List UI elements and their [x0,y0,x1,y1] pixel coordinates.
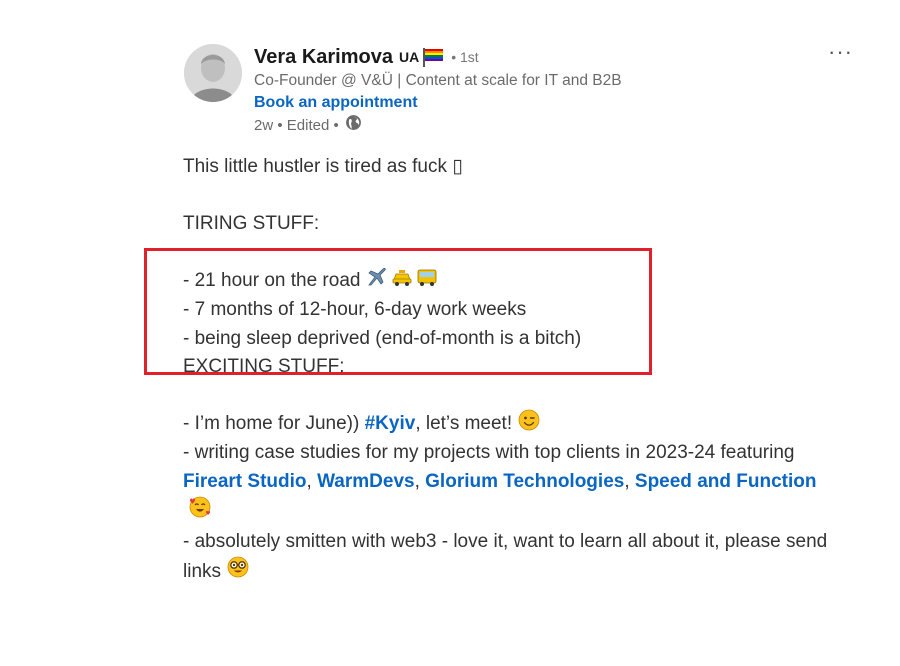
separator: , [306,470,318,492]
winking-face-emoji [518,409,540,441]
mention-link[interactable]: Glorium Technologies [425,471,624,492]
book-appointment-link[interactable]: Book an appointment [254,92,418,114]
highlight-box [144,248,652,375]
post-header: Vera Karimova UA • 1st Co-Founder @ V&Ü … [254,44,622,138]
exciting-item-text: - writing case studies for my projects w… [183,441,795,463]
linkedin-post-card: Vera Karimova UA • 1st Co-Founder @ V&Ü … [0,0,900,666]
mention-link[interactable]: WarmDevs [317,471,415,492]
exciting-item: - absolutely smitten with web3 - love it… [183,528,833,588]
exciting-item: - writing case studies for my projects w… [183,439,833,528]
separator: , [414,470,426,492]
post-intro: This little hustler is tired as fuck ▯ [183,156,463,177]
more-options-button[interactable]: ··· [828,41,858,63]
exciting-item-text: - absolutely smitten with web3 - love it… [183,530,828,583]
author-headline: Co-Founder @ V&Ü | Content at scale for … [254,72,622,89]
avatar[interactable] [184,44,242,102]
pride-flag-icon [421,47,445,67]
nerd-face-emoji [227,556,249,588]
smiling-face-with-hearts-emoji [189,496,211,528]
exciting-item-text: , let’s meet! [415,413,513,435]
globe-icon [345,114,362,139]
exciting-item: - I’m home for June)) #Kyiv , let’s meet… [183,409,833,441]
separator: , [624,470,635,492]
country-badge: UA [398,49,420,65]
author-name[interactable]: Vera Karimova [254,46,393,69]
mention-link[interactable]: Speed and Function [635,471,817,492]
post-meta: 2w • Edited • [254,114,622,138]
author-name-row: Vera Karimova UA • 1st [254,44,622,70]
hashtag-link[interactable]: #Kyiv [365,410,416,439]
connection-degree: • 1st [451,49,479,65]
mention-link[interactable]: Fireart Studio [183,471,307,492]
exciting-item-text: - I’m home for June)) [183,413,365,435]
post-meta-text: 2w • Edited • [254,117,339,134]
tiring-heading: TIRING STUFF: [183,213,320,235]
